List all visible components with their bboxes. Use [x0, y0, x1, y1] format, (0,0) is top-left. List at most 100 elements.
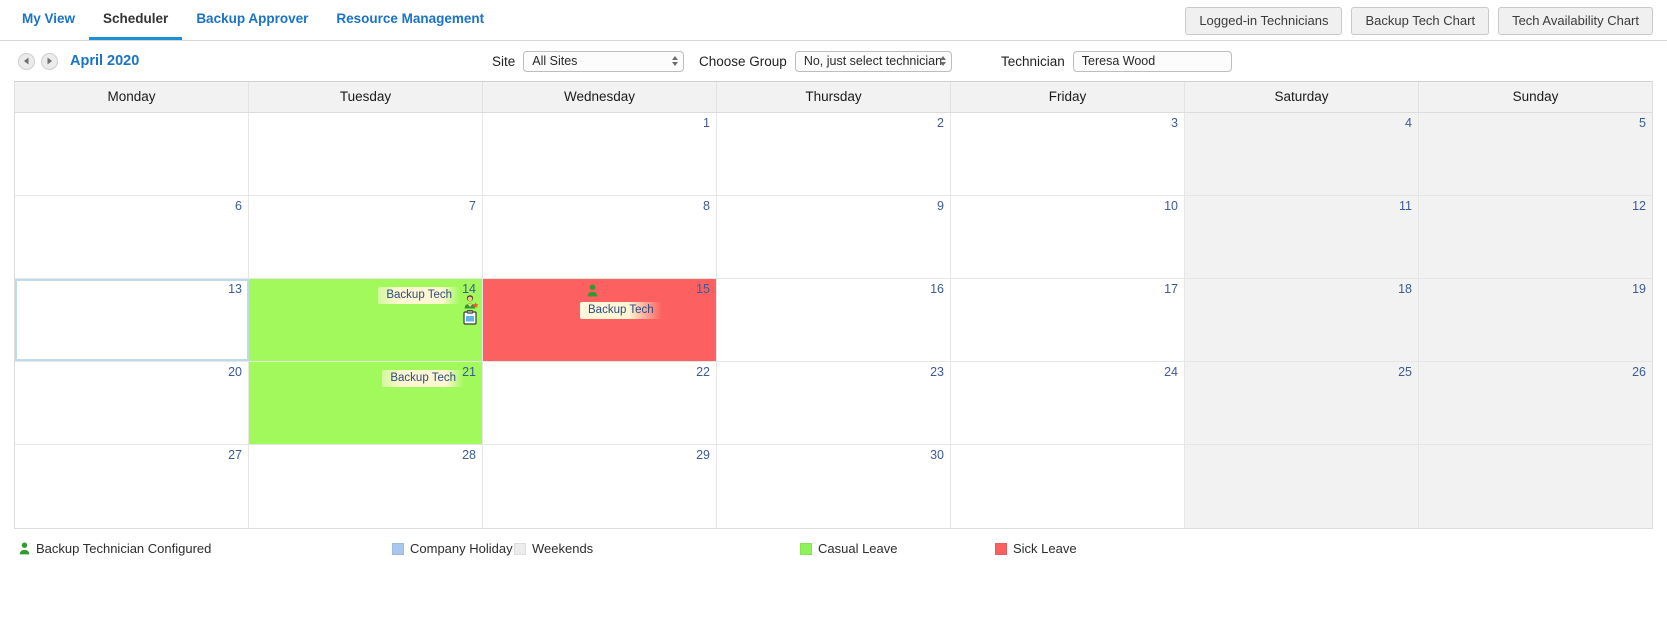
site-select-value: All Sites: [532, 54, 578, 68]
day-number: 14: [462, 282, 476, 296]
day-number: 20: [228, 365, 242, 379]
day-cell[interactable]: [1185, 445, 1419, 528]
logged-in-technicians-button[interactable]: Logged-in Technicians: [1185, 7, 1343, 35]
day-cell-16[interactable]: 16: [717, 279, 951, 361]
calendar-week-row: 27 28 29 30: [15, 445, 1652, 528]
company-holiday-swatch: [392, 542, 404, 555]
day-number: 15: [696, 282, 710, 296]
day-cell-5[interactable]: 5: [1419, 113, 1652, 195]
backup-tech-chip[interactable]: Backup Tech: [580, 302, 662, 319]
nav-tab-scheduler[interactable]: Scheduler: [89, 0, 183, 40]
backup-technician-icon: [19, 542, 30, 555]
group-filter-label: Choose Group: [699, 53, 787, 69]
day-number: 3: [1171, 116, 1178, 130]
technician-filter: Technician Teresa Wood: [1001, 50, 1232, 72]
day-number: 11: [1399, 199, 1412, 213]
site-select[interactable]: All Sites: [523, 50, 685, 72]
group-select[interactable]: No, just select technician: [794, 50, 952, 72]
calendar-week-row: 1 2 3 4 5: [15, 113, 1652, 196]
day-cell-13[interactable]: 13: [15, 279, 249, 361]
legend-backup-technician: Backup Technician Configured: [19, 541, 211, 556]
nav-tab-list: My View Scheduler Backup Approver Resour…: [0, 0, 498, 40]
day-cell-3[interactable]: 3: [951, 113, 1185, 195]
spinner-arrows-icon: [672, 56, 679, 66]
clipboard-icon[interactable]: [463, 310, 477, 330]
tech-availability-chart-button[interactable]: Tech Availability Chart: [1498, 7, 1653, 35]
day-cell-30[interactable]: 30: [717, 445, 951, 528]
day-cell-29[interactable]: 29: [483, 445, 717, 528]
day-number: 8: [703, 199, 710, 213]
day-number: 5: [1639, 116, 1646, 130]
day-cell-2[interactable]: 2: [717, 113, 951, 195]
legend-sick-leave: Sick Leave: [995, 541, 1077, 556]
backup-technician-icon[interactable]: [587, 284, 598, 302]
day-number: 30: [930, 448, 944, 462]
day-cell[interactable]: [249, 113, 483, 195]
nav-tab-backup-approver[interactable]: Backup Approver: [182, 0, 322, 40]
legend-casual-leave: Casual Leave: [800, 541, 898, 556]
filter-bar: April 2020 Site All Sites Choose Group N…: [0, 41, 1667, 81]
backup-tech-chip[interactable]: Backup Tech: [382, 370, 464, 387]
legend-sick-label: Sick Leave: [1013, 541, 1077, 556]
day-number: 12: [1632, 199, 1646, 213]
chevron-left-icon: [24, 57, 29, 65]
top-navigation-bar: My View Scheduler Backup Approver Resour…: [0, 0, 1667, 41]
next-month-button[interactable]: [41, 52, 58, 70]
day-number: 25: [1398, 365, 1412, 379]
group-filter: Choose Group No, just select technician: [699, 50, 952, 72]
day-cell-12[interactable]: 12: [1419, 196, 1652, 278]
day-number: 19: [1632, 282, 1646, 296]
day-cell-25[interactable]: 25: [1185, 362, 1419, 444]
day-cell-17[interactable]: 17: [951, 279, 1185, 361]
previous-month-button[interactable]: [18, 52, 35, 70]
day-cell-18[interactable]: 18: [1185, 279, 1419, 361]
day-cell-7[interactable]: 7: [249, 196, 483, 278]
day-cell-15[interactable]: 15 Backup Tech: [483, 279, 717, 361]
current-month-label: April 2020: [70, 53, 140, 69]
backup-tech-chart-button[interactable]: Backup Tech Chart: [1351, 7, 1490, 35]
day-cell-23[interactable]: 23: [717, 362, 951, 444]
day-cell-20[interactable]: 20: [15, 362, 249, 444]
weekday-tuesday: Tuesday: [249, 82, 483, 112]
day-cell-19[interactable]: 19: [1419, 279, 1652, 361]
day-cell[interactable]: [1419, 445, 1652, 528]
day-number: 13: [228, 282, 242, 296]
day-cell[interactable]: [951, 445, 1185, 528]
day-number: 28: [462, 448, 476, 462]
day-number: 7: [469, 199, 476, 213]
day-cell-8[interactable]: 8: [483, 196, 717, 278]
nav-tab-resource-management[interactable]: Resource Management: [322, 0, 498, 40]
day-cell-1[interactable]: 1: [483, 113, 717, 195]
day-cell-14[interactable]: 14 Backup Tech: [249, 279, 483, 361]
day-cell-6[interactable]: 6: [15, 196, 249, 278]
weekday-monday: Monday: [15, 82, 249, 112]
day-cell-22[interactable]: 22: [483, 362, 717, 444]
day-cell-11[interactable]: 11: [1185, 196, 1419, 278]
day-number: 6: [235, 199, 242, 213]
day-cell[interactable]: [15, 113, 249, 195]
day-cell-27[interactable]: 27: [15, 445, 249, 528]
day-cell-9[interactable]: 9: [717, 196, 951, 278]
day-number: 27: [228, 448, 242, 462]
day-number: 22: [696, 365, 710, 379]
month-navigation: [18, 52, 58, 70]
legend-company-holiday: Company Holiday: [392, 541, 513, 556]
casual-leave-swatch: [800, 542, 812, 555]
technician-filter-label: Technician: [1001, 53, 1065, 69]
day-cell-28[interactable]: 28: [249, 445, 483, 528]
nav-tab-my-view[interactable]: My View: [8, 0, 89, 40]
day-cell-21[interactable]: 21 Backup Tech: [249, 362, 483, 444]
weekday-thursday: Thursday: [717, 82, 951, 112]
day-number: 18: [1398, 282, 1412, 296]
day-cell-24[interactable]: 24: [951, 362, 1185, 444]
day-cell-4[interactable]: 4: [1185, 113, 1419, 195]
day-cell-26[interactable]: 26: [1419, 362, 1652, 444]
day-number: 26: [1632, 365, 1646, 379]
day-number: 2: [937, 116, 944, 130]
day-cell-10[interactable]: 10: [951, 196, 1185, 278]
day-number: 1: [703, 116, 710, 130]
calendar-week-row: 13 14 Backup Tech 15 Backup Tech 16 17 1…: [15, 279, 1652, 362]
backup-tech-chip[interactable]: Backup Tech: [378, 287, 460, 304]
technician-select[interactable]: Teresa Wood: [1072, 50, 1232, 72]
day-number: 16: [930, 282, 944, 296]
